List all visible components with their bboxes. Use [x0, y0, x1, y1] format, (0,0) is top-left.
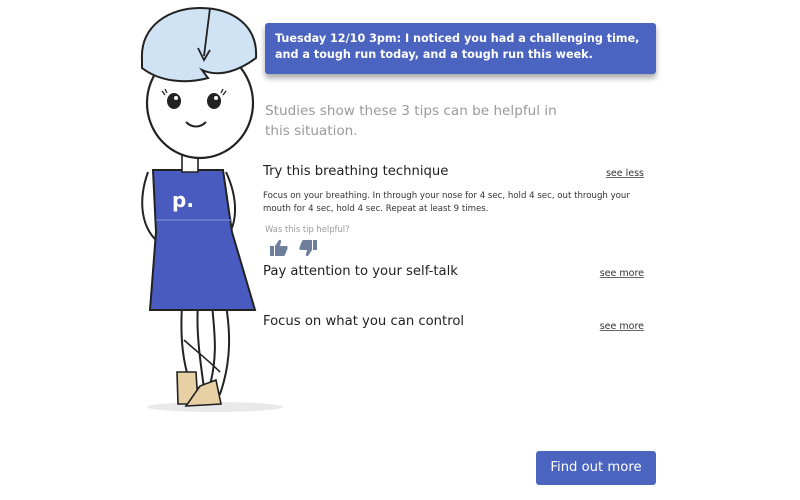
tip-title-breathing[interactable]: Try this breathing technique — [263, 163, 448, 181]
tips-screen: p. Tuesday 12/10 3pm: I noticed you had … — [0, 0, 800, 500]
thumbs-down-icon[interactable] — [298, 238, 318, 258]
tip-title-self-talk[interactable]: Pay attention to your self-talk — [263, 263, 458, 281]
see-more-link-control[interactable]: see more — [600, 321, 644, 332]
tip-feedback-question: Was this tip helpful? — [265, 224, 350, 234]
see-more-link-self-talk[interactable]: see more — [600, 268, 644, 279]
thumbs-up-icon[interactable] — [269, 238, 289, 258]
tips-intro-text: Studies show these 3 tips can be helpful… — [265, 103, 557, 139]
tip-body-breathing: Focus on your breathing. In through your… — [263, 191, 630, 214]
see-less-link-breathing[interactable]: see less — [606, 168, 644, 179]
find-out-more-button[interactable]: Find out more — [536, 451, 656, 485]
insight-banner: Tuesday 12/10 3pm: I noticed you had a c… — [265, 23, 656, 74]
shirt-logo: p. — [172, 188, 194, 212]
tip-title-control[interactable]: Focus on what you can control — [263, 313, 464, 331]
